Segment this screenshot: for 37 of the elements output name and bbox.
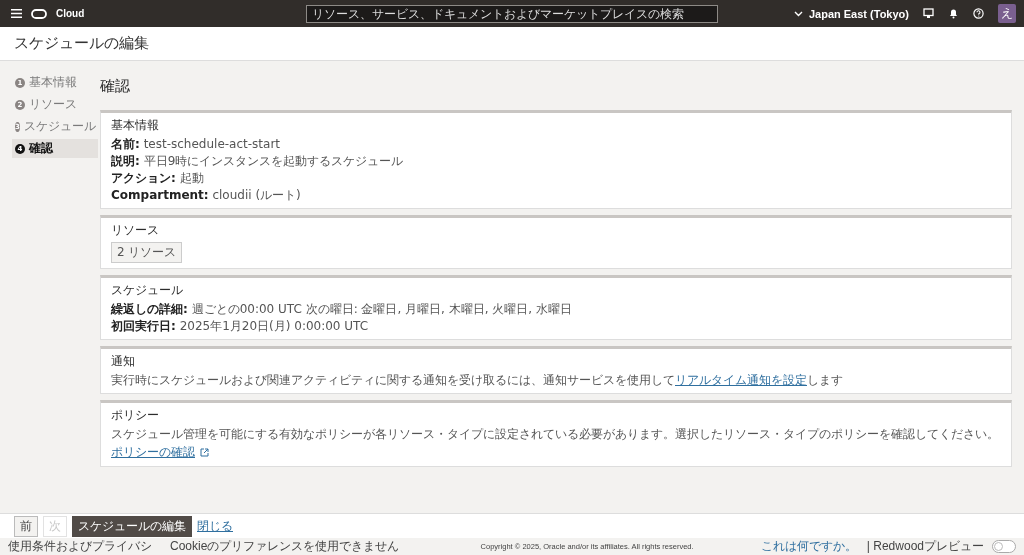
preview-toggle[interactable] [992,540,1016,553]
detail-line: Compartment: cloudii (ルート) [111,188,301,203]
detail-line: 説明: 平日9時にインスタンスを起動するスケジュール [111,154,404,169]
policy-link[interactable]: ポリシーの確認 [111,444,195,461]
card-title: ポリシー [111,407,159,424]
help-icon[interactable] [973,8,984,19]
card-title: リソース [111,222,159,239]
terms-link[interactable]: 使用条件およびプライバシ [8,538,152,555]
logo-icon[interactable] [31,8,47,19]
bell-icon[interactable] [948,8,959,19]
resource-count: 2 リソース [111,242,183,263]
section-heading: 確認 [100,77,131,96]
close-link[interactable]: 閉じる [197,517,233,535]
description-text: 実行時にスケジュールおよび関連アクティビティに関する通知を受け取るには、通知サービスを使用して リアルタイム通知を設定 します [111,373,843,388]
description-text: スケジュール管理を可能にする有効なポリシーが各リソース・タイプに設定されている必要があります。選択したリソース・タイプのポリシーを確認してください。 [111,427,999,442]
page-title: スケジュールの編集 [14,34,149,53]
preview-label: | Redwoodプレビュー [866,538,984,555]
brand-name[interactable]: Cloud [56,8,85,19]
action-button[interactable]: 前 [14,515,38,537]
detail-line: 名前: test-schedule-act-start [111,137,281,152]
detail-line: アクション: 起動 [111,171,204,186]
card-title: 通知 [111,353,135,370]
region-selector[interactable]: Japan East (Tokyo) [793,7,909,20]
cookie-link[interactable]: Cookieのプリファレンスを使用できません [170,538,400,555]
external-link-icon[interactable] [200,448,209,457]
detail-line: 繰返しの詳細: 週ごとの00:00 UTC 次の曜日: 金曜日, 月曜日, 木曜日, 火曜日, 水曜日 [111,302,572,317]
card-title: スケジュール [111,282,183,299]
user-avatar[interactable]: え [998,4,1016,23]
card-title: 基本情報 [111,117,159,134]
menu-icon[interactable] [11,9,22,18]
notification-link[interactable]: リアルタイム通知を設定 [675,373,807,387]
chevron-icon [793,10,803,17]
help-link[interactable]: これは何ですか。 [760,538,857,555]
action-button[interactable]: スケジュールの編集 [72,515,192,537]
detail-line: 初回実行日: 2025年1月20日(月) 0:00:00 UTC [111,319,369,334]
monitor-icon[interactable] [923,8,934,19]
search-field[interactable]: リソース、サービス、ドキュメントおよびマーケットプレイスの検索 [306,4,719,23]
